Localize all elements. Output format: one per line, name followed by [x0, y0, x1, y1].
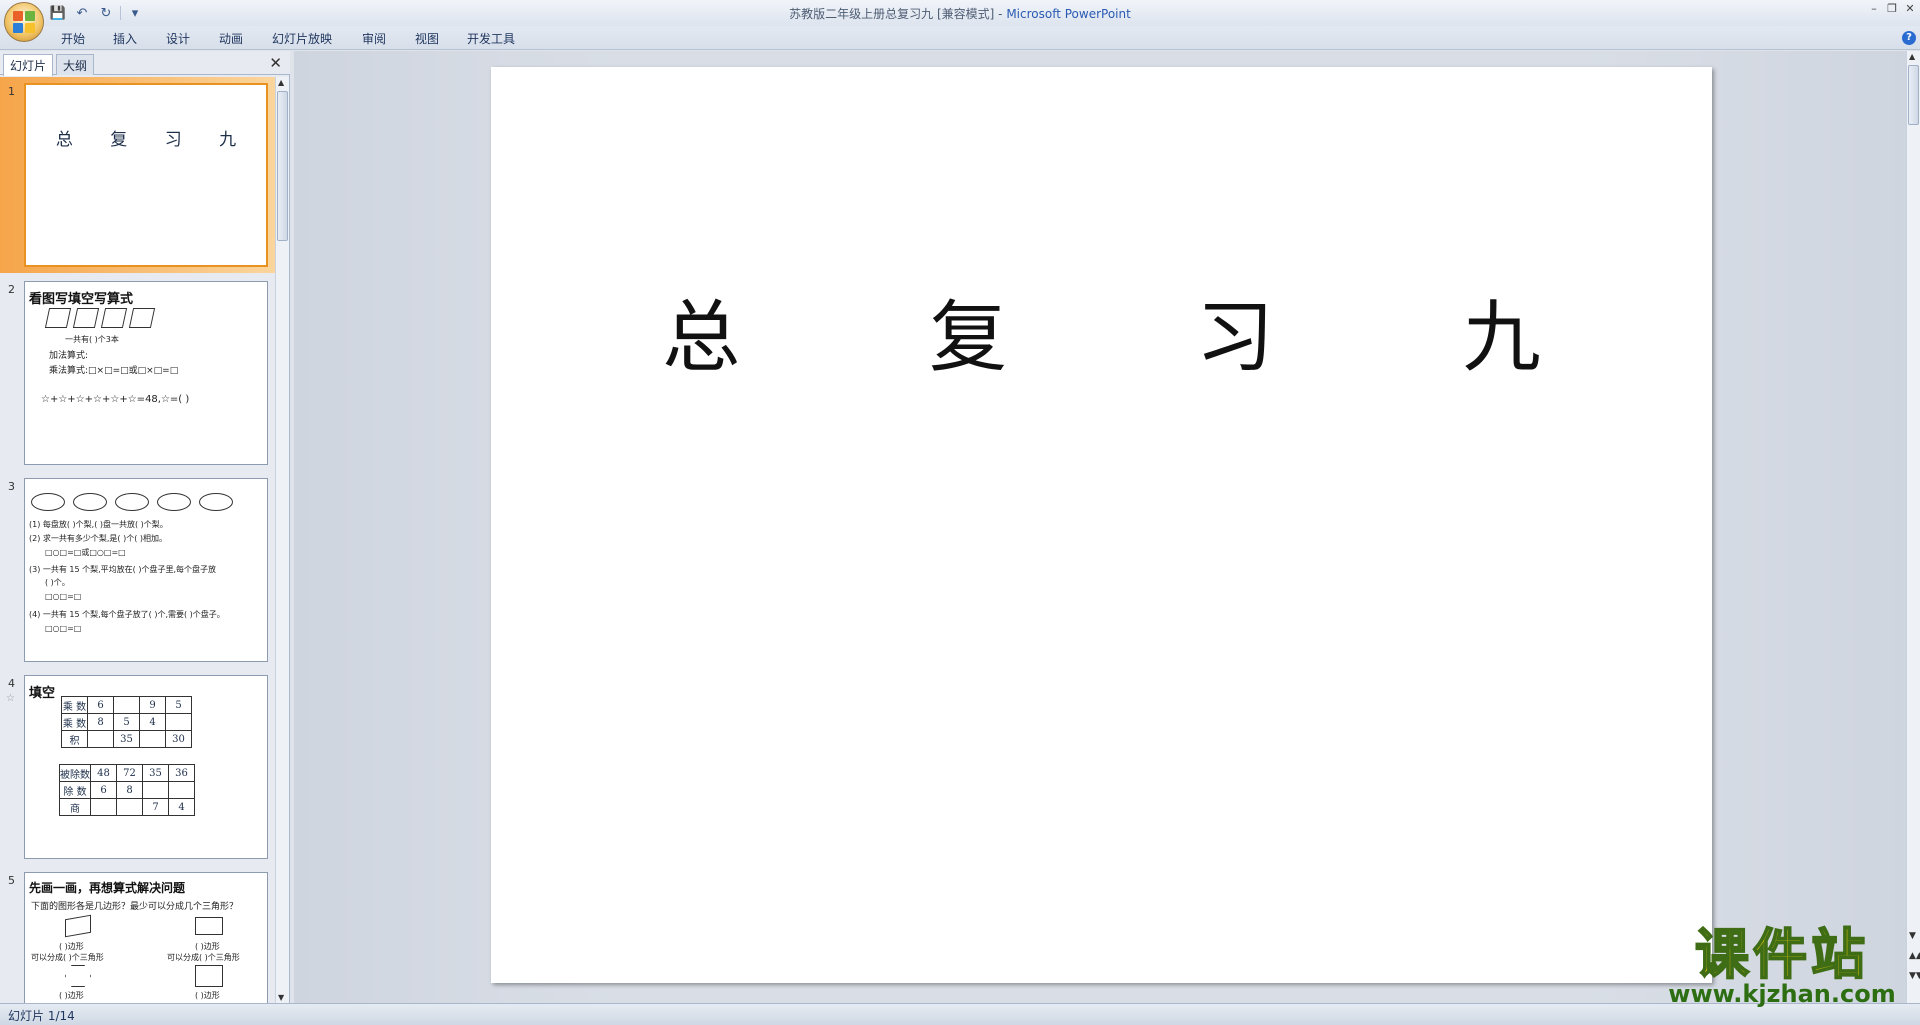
- thumbnail-row[interactable]: 2 看图写填空写算式 一共有( )个3本 加法算式: 乘法算式:□×□=□或□×…: [0, 275, 276, 471]
- pear-plates-icons: [31, 493, 233, 511]
- thumb-line: 加法算式:: [49, 351, 89, 361]
- thumb-line: ( )边形: [195, 991, 220, 1000]
- slide-number: 4: [8, 677, 15, 690]
- slide-counter: 幻灯片 1/14: [8, 1009, 75, 1023]
- scroll-down-icon[interactable]: ▼: [278, 993, 284, 1002]
- book-stack-icons: [44, 308, 156, 328]
- tab-home[interactable]: 开始: [61, 30, 85, 47]
- slide-thumbnail[interactable]: 总 复 习 九: [24, 83, 268, 267]
- thumb-line: ( )边形: [59, 991, 84, 1000]
- slide-editor: 总 复 习 九: [294, 51, 1906, 1003]
- thumb-line: □○□=□: [45, 592, 82, 601]
- thumbnail-scrollbar[interactable]: ▲ ▼: [275, 77, 289, 1003]
- status-bar: 幻灯片 1/14: [0, 1003, 1920, 1025]
- tab-slideshow[interactable]: 幻灯片放映: [272, 30, 332, 47]
- scroll-up-icon[interactable]: ▲: [278, 78, 284, 87]
- tab-review[interactable]: 审阅: [362, 30, 386, 47]
- scroll-up-icon[interactable]: ▲: [1909, 52, 1915, 61]
- animation-star-icon: ☆: [6, 693, 15, 704]
- tab-design[interactable]: 设计: [166, 30, 190, 47]
- slide-number: 3: [8, 480, 15, 493]
- multiplication-table: 乘 数695 乘 数854 积 35 30: [61, 696, 192, 748]
- previous-slide-icon[interactable]: ▲▲: [1909, 951, 1920, 961]
- slide-thumbnail[interactable]: 填空 乘 数695 乘 数854 积 35 30 被除数 48 72 35 36 除 数68…: [24, 675, 268, 859]
- thumb-title: 先画一画，再想算式解决问题: [29, 881, 186, 895]
- thumbnail-row[interactable]: 5 先画一画，再想算式解决问题 下面的图形各是几边形？最少可以分成几个三角形？ …: [0, 866, 276, 1003]
- thumb-line: 下面的图形各是几边形？最少可以分成几个三角形？: [31, 902, 239, 912]
- window-controls: – ❐ ✕: [1868, 2, 1916, 15]
- thumb-title: 填空: [29, 686, 56, 701]
- division-table: 被除数 48 72 35 36 除 数68 商74: [59, 764, 195, 816]
- thumb-line: (4) 一共有 15 个梨,每个盘子放了( )个,需要( )个盘子。: [29, 610, 225, 619]
- thumb-line: 一共有( )个3本: [65, 335, 119, 344]
- thumb-line: 可以分成( )个三角形: [167, 953, 240, 962]
- slide-number: 1: [8, 85, 15, 98]
- pentagon-shape: [195, 917, 223, 935]
- slides-panel: 幻灯片 大纲 ✕ 1 总 复 习 九 2 看图写填空写算式 一共有( )个3本 …: [0, 51, 290, 1003]
- restore-icon[interactable]: ❐: [1886, 2, 1898, 15]
- help-icon[interactable]: ?: [1902, 31, 1916, 45]
- title-bar: 💾 ↶ ↻ ▾ 苏教版二年级上册总复习九 [兼容模式] - Microsoft …: [0, 0, 1920, 26]
- scroll-down-icon[interactable]: ▼: [1909, 931, 1916, 941]
- thumb-title: 总 复 习 九: [55, 130, 253, 150]
- watermark-logo: 课件站: [1694, 922, 1869, 986]
- editor-scrollbar[interactable]: ▲ ▼ ▲▲ ▼▼: [1906, 51, 1920, 1003]
- panel-tab-bar: 幻灯片 大纲 ✕: [0, 51, 290, 76]
- document-title: 苏教版二年级上册总复习九 [兼容模式] -: [789, 7, 1007, 21]
- thumb-line: ( )边形: [59, 942, 84, 951]
- slide-number: 2: [8, 283, 15, 296]
- thumb-line: ( )边形: [195, 942, 220, 951]
- thumbnail-row[interactable]: 4 ☆ 填空 乘 数695 乘 数854 积 35 30 被除数 48 72 35 36 除…: [0, 669, 276, 865]
- next-slide-icon[interactable]: ▼▼: [1909, 971, 1920, 981]
- tab-view[interactable]: 视图: [415, 30, 439, 47]
- site-watermark: 课件站 www.kjzhan.com: [1662, 922, 1902, 1008]
- slide-thumbnail[interactable]: 先画一画，再想算式解决问题 下面的图形各是几边形？最少可以分成几个三角形？ ( …: [24, 872, 268, 1003]
- slide-thumbnail[interactable]: (1) 每盘放( )个梨,( )盘一共放( )个梨。 (2) 求一共有多少个梨,…: [24, 478, 268, 662]
- quadrilateral-shape: [65, 914, 91, 938]
- close-panel-icon[interactable]: ✕: [269, 54, 282, 72]
- tab-outline[interactable]: 大纲: [56, 54, 95, 75]
- close-icon[interactable]: ✕: [1904, 2, 1916, 15]
- scrollbar-thumb[interactable]: [277, 91, 288, 241]
- thumb-line: 乘法算式:□×□=□或□×□=□: [49, 366, 179, 376]
- slide-number: 5: [8, 874, 15, 887]
- thumb-line: (3) 一共有 15 个梨,平均放在( )个盘子里,每个盘子放: [29, 565, 217, 574]
- minimize-icon[interactable]: –: [1868, 2, 1880, 15]
- thumb-line: □○□=□: [45, 624, 82, 633]
- tab-developer[interactable]: 开发工具: [467, 30, 515, 47]
- slide-canvas[interactable]: 总 复 习 九: [491, 67, 1712, 983]
- thumb-line: ( )个。: [45, 578, 70, 587]
- thumb-line: ☆+☆+☆+☆+☆+☆=48,☆=( ): [41, 394, 190, 405]
- thumb-line: 可以分成( )个三角形: [31, 953, 104, 962]
- office-logo-icon: [13, 11, 35, 33]
- pentagon-shape: [195, 965, 223, 987]
- ribbon-tab-bar: 开始 插入 设计 动画 幻灯片放映 审阅 视图 开发工具: [0, 26, 1920, 50]
- hexagon-shape: [65, 965, 91, 987]
- office-button[interactable]: [4, 2, 44, 42]
- tab-slides[interactable]: 幻灯片: [3, 54, 54, 76]
- thumb-line: (2) 求一共有多少个梨,是( )个( )相加。: [29, 534, 167, 543]
- slide-title[interactable]: 总 复 习 九: [491, 275, 1712, 387]
- thumbnail-list: 1 总 复 习 九 2 看图写填空写算式 一共有( )个3本 加法算式: 乘法算…: [0, 77, 276, 1003]
- watermark-url: www.kjzhan.com: [1668, 980, 1896, 1008]
- app-name: Microsoft PowerPoint: [1006, 7, 1131, 21]
- thumb-line: (1) 每盘放( )个梨,( )盘一共放( )个梨。: [29, 520, 168, 529]
- thumb-title: 看图写填空写算式: [29, 292, 134, 307]
- tab-insert[interactable]: 插入: [113, 30, 137, 47]
- thumbnail-row[interactable]: 1 总 复 习 九: [0, 77, 276, 273]
- scrollbar-thumb[interactable]: [1908, 65, 1919, 125]
- window-title: 苏教版二年级上册总复习九 [兼容模式] - Microsoft PowerPoi…: [0, 5, 1920, 22]
- slide-thumbnail[interactable]: 看图写填空写算式 一共有( )个3本 加法算式: 乘法算式:□×□=□或□×□=…: [24, 281, 268, 465]
- tab-animation[interactable]: 动画: [219, 30, 243, 47]
- thumb-line: □○□=□或□○□=□: [45, 548, 126, 557]
- thumbnail-row[interactable]: 3 (1) 每盘放( )个梨,( )盘一共放( )个梨。 (2) 求一共有多少个…: [0, 472, 276, 668]
